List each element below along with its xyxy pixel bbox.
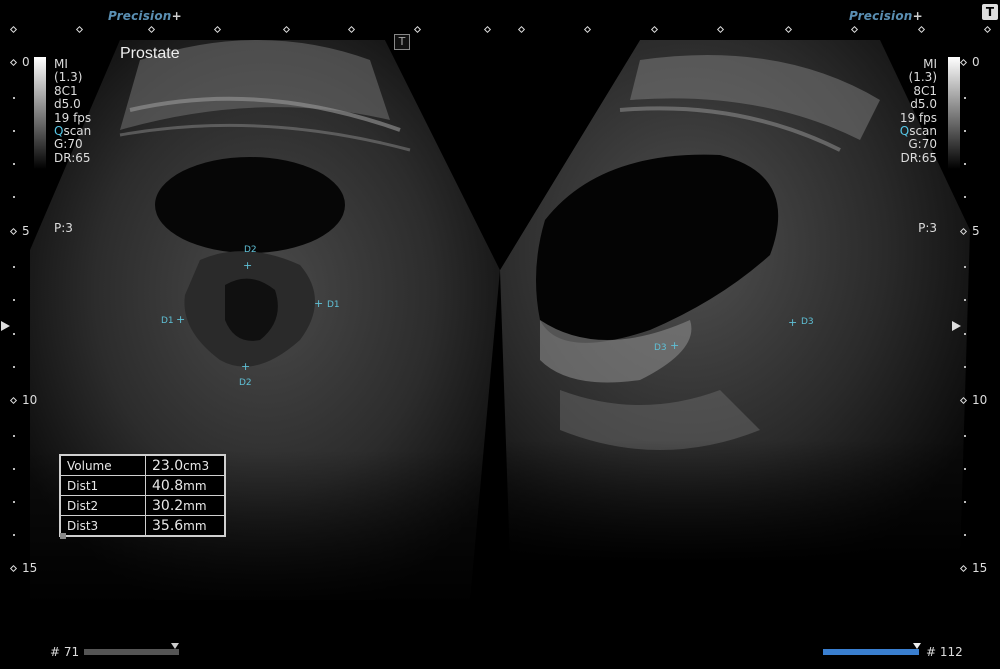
measurement-label: Dist1 [60, 475, 146, 496]
frame-number-left: # 71 [50, 645, 80, 659]
cine-marker-left-icon[interactable] [171, 643, 179, 649]
measurement-label: Dist3 [60, 515, 146, 536]
measurement-value: 30.2 [152, 497, 184, 514]
cine-scrollbar-right[interactable] [823, 649, 919, 655]
caliper-label-d3-left: D3 [654, 343, 667, 353]
measurement-unit: mm [183, 478, 207, 493]
caliper-label-d2-bottom: D2 [239, 378, 252, 388]
caliper-label-d1-right: D1 [327, 300, 340, 310]
depth-scale-left: 0 5 10 15 [0, 55, 40, 585]
measurement-row-volume: Volume 23.0cm3 [60, 455, 225, 476]
focus-marker-right-icon[interactable] [952, 321, 961, 331]
depth-scale-right: 0 5 10 15 [955, 55, 1000, 585]
imaging-params-right: MI (1.3) 8C1 d5.0 19 fps Qscan G:70 DR:6… [899, 57, 937, 165]
caliper-label-d3-right: D3 [801, 317, 814, 327]
exam-label: Prostate [120, 45, 180, 62]
measurement-row-dist1: Dist1 40.8mm [60, 475, 225, 496]
caliper-cross-d3-right[interactable]: + [788, 317, 797, 328]
persistence-left: P:3 [54, 221, 73, 235]
caliper-cross-d3-left[interactable]: + [670, 340, 679, 351]
caliper-cross-d1-right[interactable]: + [314, 298, 323, 309]
measurement-unit: mm [183, 498, 207, 513]
caliper-cross-d2-bottom[interactable]: + [241, 361, 250, 372]
caliper-label-d2-top: D2 [244, 245, 257, 255]
caliper-cross-d1-left[interactable]: + [176, 314, 185, 325]
persistence-right: P:3 [918, 221, 937, 235]
measurement-row-dist3: Dist3 35.6mm [60, 515, 225, 536]
cine-scrollbar-left[interactable] [84, 649, 179, 655]
measurement-row-dist2: Dist2 30.2mm [60, 495, 225, 516]
frame-number-right: # 112 [926, 645, 963, 659]
brand-logo-right: Precision+ [849, 9, 923, 23]
measurement-value: 23.0 [152, 457, 184, 474]
measurement-unit: cm3 [183, 458, 210, 473]
caliper-cross-d2-top[interactable]: + [243, 260, 252, 271]
imaging-params-left: MI (1.3) 8C1 d5.0 19 fps Qscan G:70 DR:6… [54, 57, 92, 165]
focus-marker-left-icon[interactable] [1, 321, 10, 331]
top-lateral-scale [0, 25, 1000, 34]
brand-logo-left: Precision+ [108, 9, 182, 23]
measurement-value: 40.8 [152, 477, 184, 494]
text-tool-icon[interactable]: T [982, 4, 998, 20]
table-resize-handle[interactable] [60, 533, 66, 539]
caliper-label-d1-left: D1 [161, 316, 174, 326]
cine-marker-right-icon[interactable] [913, 643, 921, 649]
ultrasound-images [0, 40, 970, 610]
trapezoid-icon[interactable]: T [394, 34, 410, 50]
measurement-value: 35.6 [152, 517, 184, 534]
measurement-results-table: Volume 23.0cm3 Dist1 40.8mm Dist2 30.2mm… [59, 454, 226, 537]
measurement-label: Volume [60, 455, 146, 476]
measurement-label: Dist2 [60, 495, 146, 516]
measurement-unit: mm [183, 518, 207, 533]
